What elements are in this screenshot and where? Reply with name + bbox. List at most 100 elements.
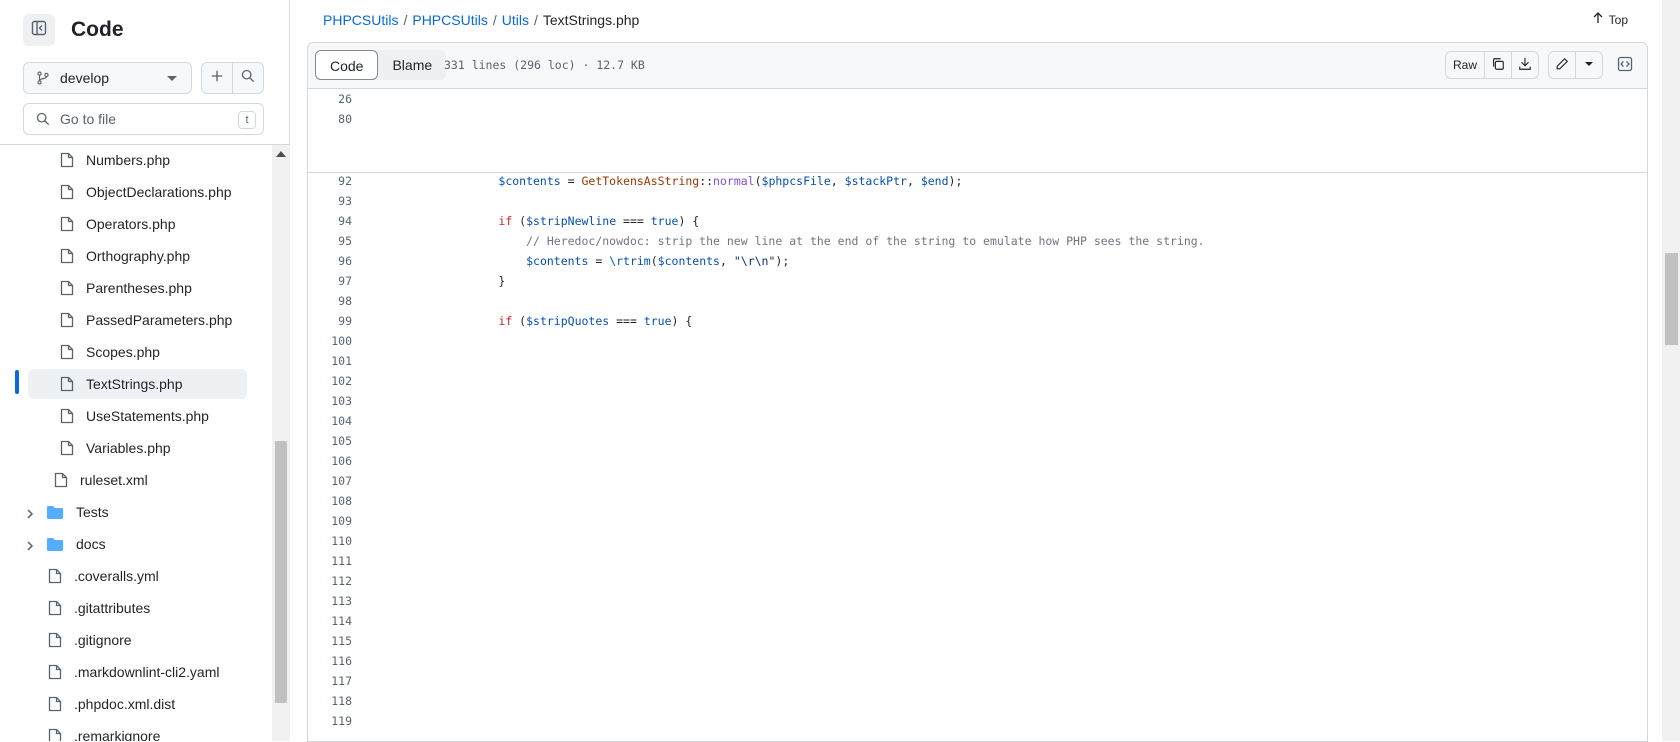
- tree-file[interactable]: .gitignore: [48, 625, 247, 655]
- search-code-button[interactable]: [232, 62, 264, 94]
- tab-code[interactable]: Code: [315, 50, 379, 80]
- tab-blame[interactable]: Blame: [378, 50, 446, 80]
- file-icon: [60, 440, 74, 456]
- line-number: 97: [338, 274, 352, 288]
- tree-item-label: ruleset.xml: [80, 472, 148, 488]
- add-file-button[interactable]: [201, 62, 233, 94]
- tree-item-label: UseStatements.php: [86, 408, 209, 424]
- folder-icon: [46, 505, 64, 520]
- tree-item-label: Scopes.php: [86, 344, 160, 360]
- page-scrollbar[interactable]: [1662, 0, 1680, 741]
- tree-folder-docs[interactable]: docs: [46, 529, 247, 559]
- tree-item-label: Variables.php: [86, 440, 171, 456]
- line-number: 105: [331, 434, 352, 448]
- copy-icon: [1491, 57, 1505, 74]
- sidebar-scrollbar[interactable]: [272, 145, 290, 741]
- top-label: Top: [1608, 12, 1628, 27]
- tree-file[interactable]: Numbers.php: [60, 145, 247, 175]
- tree-file[interactable]: PassedParameters.php: [60, 305, 247, 335]
- collapse-sidebar-button[interactable]: [23, 14, 55, 46]
- tree-item-label: Parentheses.php: [86, 280, 192, 296]
- tree-file[interactable]: ObjectDeclarations.php: [60, 177, 247, 207]
- breadcrumb-current-file: TextStrings.php: [542, 12, 640, 28]
- breadcrumb-dir-link[interactable]: PHPCSUtils: [412, 12, 487, 28]
- scrollbar-thumb[interactable]: [275, 441, 287, 703]
- line-number: 118: [331, 694, 352, 708]
- plus-icon: [210, 69, 224, 88]
- tree-item-label: .coveralls.yml: [74, 568, 159, 584]
- file-content-box: Code Blame 331 lines (296 loc) · 12.7 KB…: [307, 42, 1648, 742]
- tree-file[interactable]: Variables.php: [60, 433, 247, 463]
- file-icon: [48, 632, 62, 648]
- sidebar-collapse-icon: [31, 20, 47, 41]
- file-icon: [60, 152, 74, 168]
- tree-item-label: Operators.php: [86, 216, 176, 232]
- download-button[interactable]: [1511, 51, 1539, 79]
- tree-file[interactable]: .markdownlint-cli2.yaml: [48, 657, 247, 687]
- tree-file-selected[interactable]: TextStrings.php: [28, 369, 247, 399]
- folder-icon: [46, 537, 64, 552]
- file-icon: [60, 216, 74, 232]
- file-tree-sidebar: Code develop Go to file t Numbers.php Ob…: [0, 0, 290, 741]
- scroll-up-arrow[interactable]: [276, 151, 286, 157]
- tree-file[interactable]: Scopes.php: [60, 337, 247, 367]
- page-scrollbar-thumb[interactable]: [1665, 253, 1678, 345]
- line-number: 107: [331, 474, 352, 488]
- code-line: }: [443, 274, 506, 288]
- branch-selector[interactable]: develop: [23, 62, 192, 94]
- tree-folder-tests[interactable]: Tests: [46, 497, 247, 527]
- edit-options-button[interactable]: [1575, 51, 1603, 79]
- line-number: 95: [338, 234, 352, 248]
- line-number: 116: [331, 654, 352, 668]
- line-number: 26: [338, 92, 352, 106]
- arrow-up-icon: [1592, 12, 1604, 27]
- tree-item-label: ObjectDeclarations.php: [86, 184, 232, 200]
- breadcrumb: PHPCSUtils / PHPCSUtils / Utils / TextStrings.…: [323, 12, 640, 28]
- tree-file[interactable]: Operators.php: [60, 209, 247, 239]
- tree-file[interactable]: Orthography.php: [60, 241, 247, 271]
- selected-indicator: [15, 370, 19, 394]
- tree-item-label: Orthography.php: [86, 248, 191, 264]
- chevron-right-icon[interactable]: [24, 540, 36, 552]
- tree-file[interactable]: .coveralls.yml: [48, 561, 247, 591]
- breadcrumb-repo-link[interactable]: PHPCSUtils: [323, 12, 398, 28]
- tree-item-label: Tests: [76, 504, 109, 520]
- tree-file[interactable]: .remarkignore: [48, 721, 247, 741]
- symbols-panel-button[interactable]: [1611, 51, 1639, 79]
- sidebar-header: Code develop Go to file t: [0, 0, 289, 145]
- chevron-right-icon[interactable]: [24, 508, 36, 520]
- tree-item-label: .phpdoc.xml.dist: [74, 696, 176, 712]
- breadcrumb-utils-link[interactable]: Utils: [502, 12, 529, 28]
- go-to-file-input[interactable]: Go to file t: [23, 103, 264, 135]
- chevron-down-icon: [167, 76, 177, 81]
- tree-file[interactable]: ruleset.xml: [54, 465, 247, 495]
- file-icon: [60, 376, 74, 392]
- copy-raw-button[interactable]: [1484, 51, 1512, 79]
- line-number: 111: [331, 554, 352, 568]
- code-line: // Heredoc/nowdoc: strip the new line at…: [526, 234, 1205, 248]
- tree-file[interactable]: Parentheses.php: [60, 273, 247, 303]
- line-number: 117: [331, 674, 352, 688]
- tree-item-label: TextStrings.php: [86, 376, 183, 392]
- file-icon: [48, 696, 62, 712]
- pencil-icon: [1555, 57, 1569, 74]
- edit-button[interactable]: [1548, 51, 1576, 79]
- back-to-top-button[interactable]: Top: [1592, 12, 1628, 27]
- file-tree: Numbers.php ObjectDeclarations.php Opera…: [0, 145, 272, 741]
- line-number: 106: [331, 454, 352, 468]
- tree-item-label: Numbers.php: [86, 152, 171, 168]
- tree-item-label: .gitignore: [74, 632, 132, 648]
- line-number: 103: [331, 394, 352, 408]
- line-number: 108: [331, 494, 352, 508]
- line-number: 100: [331, 334, 352, 348]
- tree-file[interactable]: UseStatements.php: [60, 401, 247, 431]
- tree-file[interactable]: .phpdoc.xml.dist: [48, 689, 247, 719]
- download-icon: [1518, 57, 1532, 74]
- raw-button[interactable]: Raw: [1445, 51, 1485, 79]
- file-icon: [60, 344, 74, 360]
- tree-file[interactable]: .gitattributes: [48, 593, 247, 623]
- code-line: if ($stripQuotes === true) {: [498, 314, 693, 328]
- search-icon: [241, 69, 255, 88]
- tree-item-label: PassedParameters.php: [86, 312, 233, 328]
- code-line: $contents = GetTokensAsString::normal($p…: [498, 174, 963, 188]
